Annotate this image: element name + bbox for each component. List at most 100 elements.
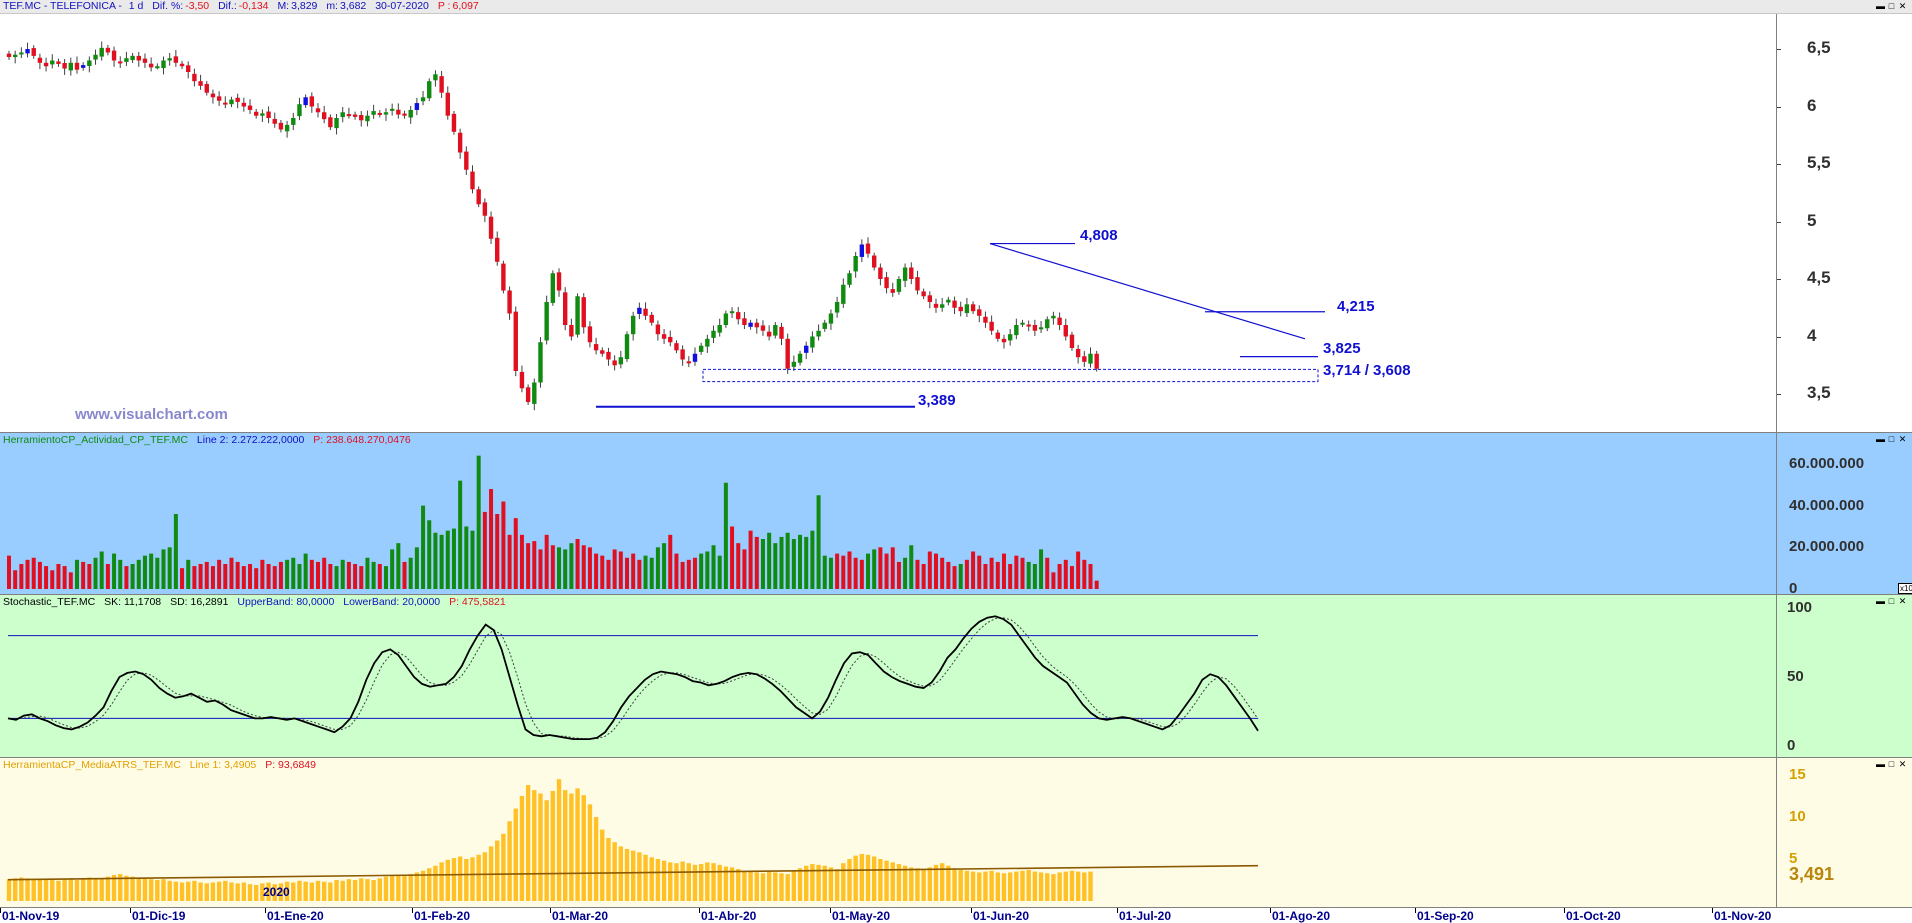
volume-bar (705, 551, 710, 589)
volume-bar (934, 553, 938, 589)
candle-body (513, 311, 518, 371)
atr-axis-tick: 15 (1789, 766, 1806, 783)
atr-panel-title: HerramientaCP_MediaATRS_TEF.MC Line 1: 3… (3, 759, 322, 771)
atr-bar (241, 882, 247, 901)
candle-body (884, 277, 889, 289)
atr-bar (495, 840, 500, 901)
candle-body (729, 311, 735, 314)
stochastic-panel[interactable]: Stochastic_TEF.MC SK: 11,1708 SD: 16,289… (0, 594, 1912, 757)
volume-bar (124, 566, 129, 589)
candle-body (785, 338, 790, 369)
atr-bar (773, 872, 778, 901)
atr-bar (229, 882, 234, 901)
volume-bar (149, 553, 154, 589)
volume-chart[interactable] (0, 433, 1776, 595)
atr-bar (501, 833, 506, 901)
atr-bar (383, 876, 389, 901)
price-axis: 6,5 6 5,5 5 4,5 4 3,5 (1777, 0, 1912, 432)
dif-value: -0,134 (238, 0, 269, 12)
candle-body (501, 263, 506, 291)
support-zone-box (702, 368, 1319, 383)
candle-body (1007, 334, 1013, 341)
volume-bar (841, 555, 846, 589)
atr-bar (742, 870, 747, 901)
minimize-icon[interactable]: ▬ (1875, 759, 1886, 769)
atr-bar (19, 877, 24, 901)
maximize-icon[interactable]: □ (1886, 596, 1897, 606)
candle-body (167, 58, 172, 61)
close-icon[interactable]: ✕ (1897, 759, 1908, 770)
minimize-icon[interactable]: ▬ (1875, 596, 1886, 606)
candle-body (1045, 319, 1050, 329)
candle-body (989, 321, 994, 331)
candle-body (593, 344, 599, 351)
maximize-icon[interactable]: □ (1886, 759, 1897, 769)
price-axis-tick-mark (1777, 221, 1781, 223)
candle-body (939, 304, 945, 308)
volume-bar (785, 532, 790, 589)
atr-bar (569, 793, 574, 901)
price-chart[interactable] (0, 0, 1776, 432)
atr-bar (167, 880, 172, 901)
atr-bar (859, 853, 865, 901)
date-value: 30-07-2020 (375, 0, 429, 12)
candle-body (371, 111, 376, 115)
volume-panel[interactable]: HerramientoCP_Actividad_CP_TEF.MC Line 2… (0, 432, 1912, 597)
minimize-icon[interactable]: ▬ (1875, 1, 1886, 11)
atr-bar (637, 852, 642, 901)
candle-body (192, 73, 197, 82)
candle-body (359, 115, 364, 121)
price-panel[interactable]: TEF.MC - TELEFONICA - 1 d Dif. %: -3,50 D… (0, 0, 1912, 432)
atr-bar (457, 856, 463, 901)
atr-bar (532, 790, 537, 901)
candle-body (698, 345, 704, 352)
atr-bar (736, 869, 741, 901)
volume-bar (371, 561, 376, 589)
stochastic-chart[interactable] (0, 595, 1776, 758)
close-icon[interactable]: ✕ (1897, 1, 1908, 12)
volume-bar (68, 572, 73, 589)
atr-bar (834, 869, 840, 901)
volume-bar (859, 559, 864, 589)
maximize-icon[interactable]: □ (1886, 1, 1897, 11)
candle-body (50, 60, 55, 65)
volume-bar (612, 549, 617, 589)
price-window-controls: ▬ □ ✕ (1875, 1, 1908, 12)
period-label: 1 d (128, 0, 144, 12)
candle-body (1063, 325, 1068, 337)
date-tick-mark (1415, 908, 1416, 913)
candle-body (414, 103, 420, 110)
volume-bar (835, 553, 840, 589)
atr-bar (179, 882, 185, 901)
volume-bar (235, 561, 240, 589)
date-tick-mark (699, 908, 700, 913)
stochastic-sd: SD: 16,2891 (170, 596, 229, 608)
atr-bar (587, 804, 593, 901)
candle-body (235, 97, 240, 102)
date-tick-mark (1712, 908, 1713, 913)
atr-panel[interactable]: HerramientaCP_MediaATRS_TEF.MC Line 1: 3… (0, 757, 1912, 907)
volume-bar (501, 501, 506, 589)
candle-body (661, 334, 667, 339)
volume-bar (1014, 555, 1019, 589)
maximize-icon[interactable]: □ (1886, 434, 1897, 444)
annotation-last: 3,825 (1323, 340, 1361, 357)
atr-bar (970, 871, 976, 901)
candle-body (872, 255, 877, 268)
annotation-resistance: 4,215 (1337, 298, 1375, 315)
candle-body (328, 117, 333, 128)
date-axis-label: 01-Ago-20 (1272, 909, 1331, 923)
candle-body (43, 62, 49, 67)
close-icon[interactable]: ✕ (1897, 434, 1908, 445)
volume-bar (229, 557, 234, 589)
volume-bar (507, 534, 512, 589)
atr-bar (161, 879, 166, 901)
candle-body (482, 202, 488, 216)
candle-body (680, 349, 685, 360)
minimize-icon[interactable]: ▬ (1875, 434, 1886, 444)
candle-body (291, 118, 296, 125)
close-icon[interactable]: ✕ (1897, 596, 1908, 607)
date-tick-mark (971, 908, 972, 913)
volume-bar (625, 557, 629, 589)
atr-bar (365, 879, 370, 901)
